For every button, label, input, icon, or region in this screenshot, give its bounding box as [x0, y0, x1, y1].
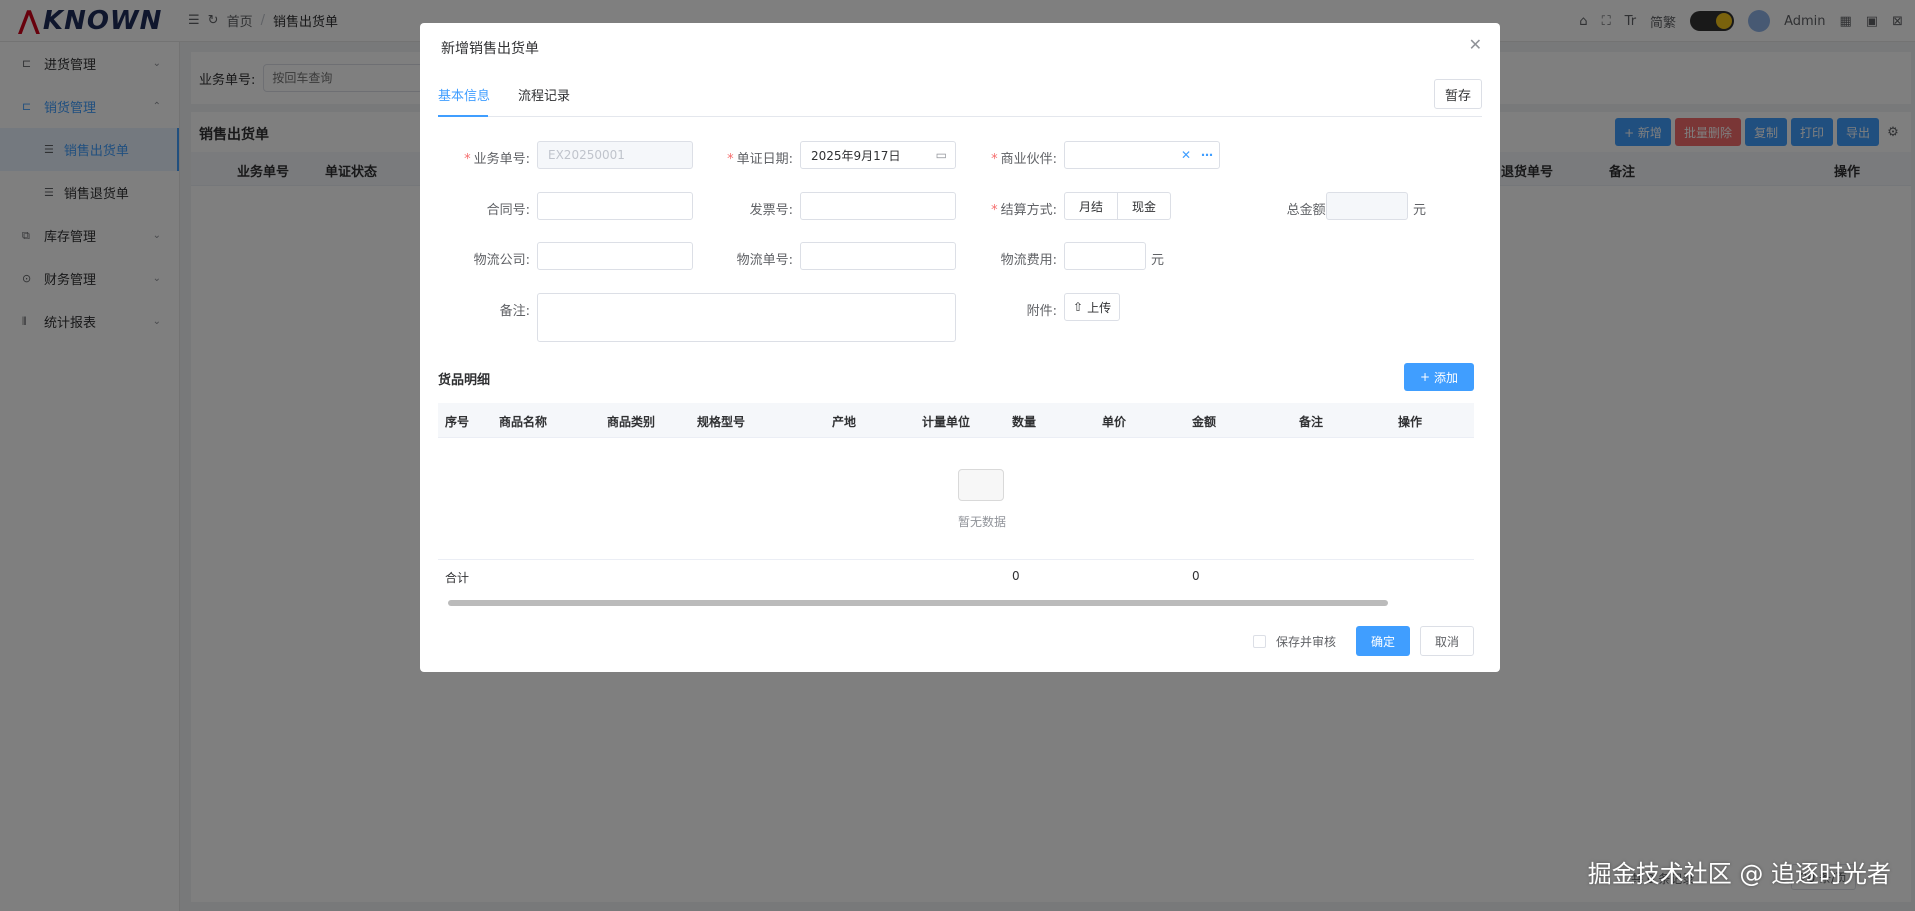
upload-label: 上传 — [1087, 300, 1112, 315]
watermark: 掘金技术社区 @ 追逐时光者 — [1587, 860, 1891, 888]
total-field — [1326, 192, 1408, 220]
column-header: 计量单位 — [922, 415, 971, 429]
tab-basic-info[interactable]: 基本信息 — [438, 85, 490, 104]
clear-icon[interactable]: ✕ — [1181, 148, 1191, 162]
summary-amount: 0 — [1192, 569, 1200, 583]
empty-text: 暂无数据 — [958, 515, 1007, 529]
contract-field[interactable] — [537, 192, 693, 220]
tab-indicator — [438, 115, 488, 117]
logistics-fee-field[interactable] — [1064, 242, 1146, 270]
column-header: 单价 — [1102, 415, 1127, 429]
logistics-fee-unit: 元 — [1151, 253, 1165, 268]
dialog-tabs: 基本信息 流程记录 暂存 — [438, 73, 1482, 117]
date-label: * 单证日期: — [727, 152, 793, 167]
add-item-button[interactable]: + 添加 — [1404, 363, 1474, 391]
total-label: 总金额: — [1286, 203, 1330, 218]
cancel-button[interactable]: 取消 — [1420, 626, 1474, 656]
column-header: 商品名称 — [499, 415, 548, 429]
close-icon[interactable]: ✕ — [1469, 35, 1482, 54]
settle-option-cash[interactable]: 现金 — [1117, 192, 1171, 220]
remark-label: 备注: — [499, 304, 530, 319]
column-header: 数量 — [1012, 415, 1037, 429]
dialog-title: 新增销售出货单 — [441, 41, 539, 57]
upload-button[interactable]: ⇧ 上传 — [1064, 293, 1121, 321]
logistics-fee-label: 物流费用: — [1000, 253, 1057, 268]
invoice-label: 发票号: — [749, 203, 793, 218]
empty-inbox-icon — [958, 469, 1004, 501]
remark-textarea[interactable] — [537, 293, 956, 342]
logistics-no-label: 物流单号: — [736, 253, 793, 268]
partner-field[interactable]: ✕ ⋯ — [1064, 141, 1220, 169]
add-item-label: 添加 — [1434, 370, 1459, 385]
partner-label: * 商业伙伴: — [991, 152, 1057, 167]
column-header: 序号 — [445, 415, 470, 429]
detail-section-title: 货品明细 — [438, 373, 491, 388]
logistics-company-label: 物流公司: — [473, 253, 530, 268]
summary-label: 合计 — [445, 571, 470, 585]
settle-label: * 结算方式: — [991, 203, 1057, 218]
column-header: 金额 — [1192, 415, 1217, 429]
horizontal-scrollbar[interactable] — [448, 600, 1388, 606]
biz-no-field: EX20250001 — [537, 141, 693, 169]
save-audit-label[interactable]: 保存并审核 — [1276, 633, 1336, 650]
date-value: 2025年9月17日 — [811, 148, 901, 163]
summary-row: 合计 0 0 — [438, 559, 1474, 591]
column-header: 备注 — [1299, 415, 1324, 429]
save-audit-checkbox[interactable] — [1252, 634, 1266, 648]
column-header: 商品类别 — [607, 415, 656, 429]
tab-process-record[interactable]: 流程记录 — [518, 85, 570, 104]
plus-icon: + — [1419, 370, 1431, 384]
column-header: 规格型号 — [697, 415, 746, 429]
attachment-label: 附件: — [1026, 304, 1057, 319]
dialog-footer: 保存并审核 确定 取消 — [1252, 626, 1474, 656]
upload-icon: ⇧ — [1073, 300, 1084, 314]
summary-quantity: 0 — [1012, 569, 1020, 583]
new-sales-outbound-dialog: 新增销售出货单 ✕ 基本信息 流程记录 暂存 * 业务单号: EX20250001… — [420, 23, 1500, 672]
biz-no-label: * 业务单号: — [464, 152, 530, 167]
invoice-field[interactable] — [800, 192, 956, 220]
contract-label: 合同号: — [486, 203, 530, 218]
calendar-icon: ▭ — [935, 148, 947, 162]
confirm-button[interactable]: 确定 — [1356, 626, 1410, 656]
more-icon[interactable]: ⋯ — [1201, 148, 1213, 162]
date-picker[interactable]: 2025年9月17日 ▭ — [800, 141, 956, 169]
save-draft-button[interactable]: 暂存 — [1433, 79, 1482, 109]
settle-option-monthly[interactable]: 月结 — [1064, 192, 1118, 220]
total-unit: 元 — [1413, 203, 1427, 218]
column-header: 产地 — [832, 415, 857, 429]
logistics-no-field[interactable] — [800, 242, 956, 270]
column-header: 操作 — [1398, 415, 1423, 429]
detail-table-header: 序号 商品名称 商品类别 规格型号 产地 计量单位 数量 单价 金额 备注 操作 — [438, 403, 1474, 438]
logistics-company-field[interactable] — [537, 242, 693, 270]
